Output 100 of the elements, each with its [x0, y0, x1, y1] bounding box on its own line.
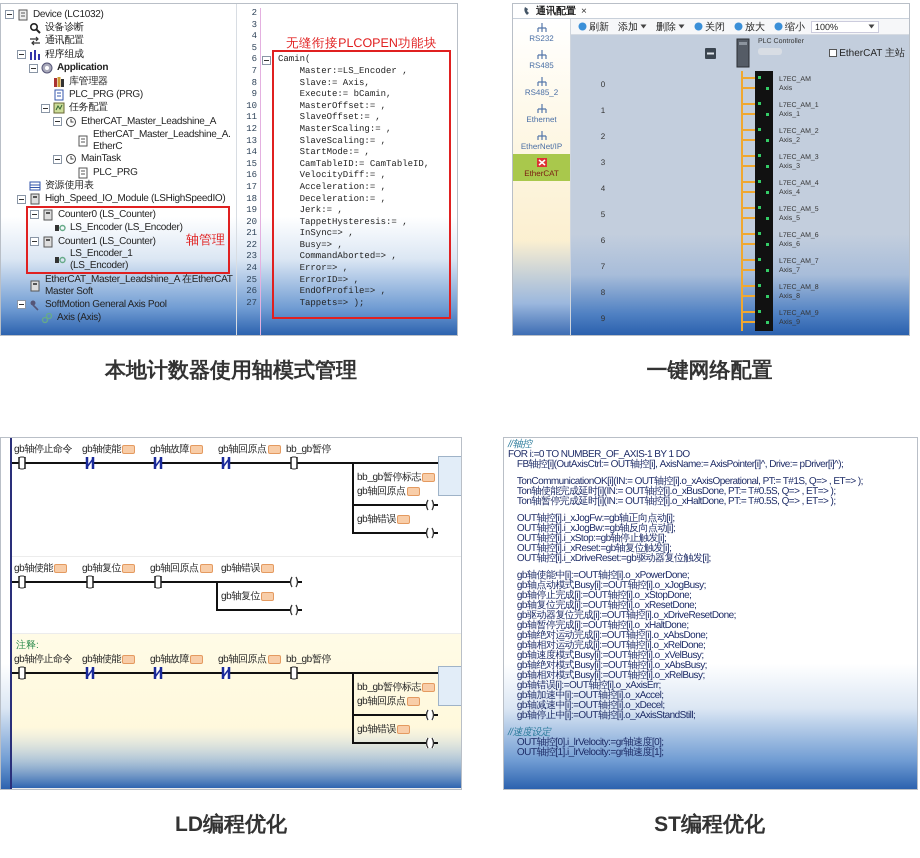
module-drawing	[739, 201, 773, 227]
tree-item[interactable]: PLC_PRG (PRG)	[69, 89, 143, 102]
sidebar-item[interactable]: EtherCAT	[513, 154, 570, 181]
line-number: 6	[250, 54, 257, 66]
closed-contact-icon	[84, 666, 96, 680]
tree-item[interactable]: Axis (Axis)	[57, 312, 101, 324]
row-index: 3	[600, 158, 606, 166]
collapse-icon[interactable]	[41, 104, 50, 113]
code-line: Deceleration:= ,	[298, 194, 388, 206]
line-number: 4	[250, 31, 257, 43]
variable-label: bb_gb暂停	[286, 442, 332, 456]
closed-contact-icon	[152, 456, 164, 470]
variable-label: gb轴错误	[221, 562, 260, 575]
tree-item[interactable]: Counter1 (LS_Counter)	[58, 236, 156, 248]
gear-icon	[41, 62, 53, 74]
line-number: 11	[245, 112, 257, 124]
collapse-icon[interactable]	[30, 237, 39, 246]
rung-comment: 注释:	[15, 638, 40, 652]
contact-icon	[16, 575, 28, 589]
contact-icon	[16, 666, 28, 680]
code-line: OUT轴控[0].i_lrVelocity:=gr轴速度[0];	[516, 738, 665, 748]
sidebar-item[interactable]: Ethernet	[513, 100, 570, 127]
tree-item[interactable]: 通讯配置	[45, 35, 84, 48]
books-icon	[53, 76, 65, 88]
toolbar-button[interactable]: 关闭	[691, 20, 728, 34]
tree-item[interactable]: 任务配置	[69, 102, 108, 114]
task-icon	[65, 153, 77, 166]
code-line: gb轴相对运动完成[i]:=OUT轴控[i].o_xRelDone;	[516, 641, 706, 651]
menu-button[interactable]: 删除	[653, 20, 688, 34]
network-icon	[536, 130, 548, 141]
zoom-select[interactable]: 100%	[811, 20, 880, 32]
tree-item[interactable]: LS_Encoder_1 (LS_Encoder)	[70, 248, 183, 272]
module-drawing	[739, 253, 773, 279]
variable-label: bb_gb暂停	[286, 652, 332, 666]
module-icon	[42, 236, 54, 248]
coil-icon	[424, 708, 436, 722]
code-line: MasterOffset:= ,	[298, 100, 388, 112]
rung[interactable]: 注释: gb轴停止命令 gb轴使能 gb轴故障 gb轴回原点 bb_gb暂停 bb_gb暂停标志 gb轴回原点 gb轴错误	[12, 634, 461, 789]
tree-item[interactable]: Counter0 (LS_Counter)	[58, 208, 156, 221]
toolbar-button[interactable]: 缩小	[771, 20, 808, 34]
sidebar-item[interactable]: RS485_2	[513, 73, 570, 100]
tree-item[interactable]: Application	[57, 62, 108, 74]
menu-button[interactable]: 添加	[615, 20, 650, 34]
collapse-icon[interactable]	[705, 48, 716, 58]
line-number: 22	[245, 240, 257, 252]
collapse-icon[interactable]	[29, 64, 38, 73]
line-number: 25	[245, 274, 257, 286]
closed-contact-icon	[220, 456, 232, 470]
collapse-icon[interactable]	[17, 50, 26, 60]
toolbar-button[interactable]: 刷新	[575, 20, 612, 34]
tree-item[interactable]: EtherCAT_Master_Leadshine_A 在EtherCAT Master Soft	[45, 274, 234, 298]
row-index: 4	[600, 184, 606, 192]
closed-contact-icon	[84, 456, 96, 470]
axis-pool-icon	[29, 298, 41, 311]
table-icon	[29, 180, 41, 192]
document-icon	[77, 134, 89, 147]
module-icon	[42, 208, 54, 221]
tree-item[interactable]: SoftMotion General Axis Pool	[45, 298, 167, 311]
sidebar-item[interactable]: RS485	[513, 46, 570, 73]
caret-icon	[678, 24, 685, 29]
collapse-icon[interactable]	[17, 194, 26, 204]
toolbar-button[interactable]: 放大	[731, 20, 768, 34]
tree-item[interactable]: High_Speed_IO_Module (LSHighSpeedIO)	[45, 193, 226, 206]
module-drawing	[739, 123, 773, 149]
collapse-icon[interactable]	[53, 117, 62, 126]
collapse-icon[interactable]	[17, 300, 26, 310]
variable-label: gb轴回原点	[218, 652, 267, 666]
tree-item[interactable]: LS_Encoder (LS_Encoder)	[70, 222, 183, 234]
row-index: 0	[600, 80, 606, 88]
variable-label: gb轴使能	[14, 562, 54, 575]
rung[interactable]: gb轴使能 gb轴复位 gb轴回原点 gb轴错误 gb轴复位	[12, 557, 461, 634]
line-number: 14	[245, 147, 257, 159]
code-line: OUT轴控[i].i_xJogFw:=gb轴正向点动[i];	[516, 514, 676, 524]
close-button[interactable]: ×	[579, 6, 589, 16]
row-index: 5	[600, 210, 606, 218]
line-number: 18	[245, 194, 257, 206]
sidebar-item[interactable]: RS232	[513, 19, 570, 46]
checkbox[interactable]: EtherCAT 主站	[829, 46, 905, 60]
variable-label: gb轴停止命令	[14, 652, 72, 666]
collapse-icon[interactable]	[53, 154, 62, 164]
tree-item[interactable]: 程序组成	[45, 48, 84, 61]
tree-item[interactable]: EtherCAT_Master_Leadshine_A	[81, 116, 216, 128]
code-line: Jerk:= ,	[298, 205, 344, 217]
tree-item[interactable]: 资源使用表	[45, 180, 94, 192]
tree-item[interactable]: PLC_PRG	[93, 166, 138, 179]
search-icon	[29, 22, 41, 34]
code-line: gb轴减速中[i]:=OUT轴控[i].o_xDecel;	[516, 701, 665, 711]
rung[interactable]: gb轴停止命令 gb轴使能 gb轴故障 gb轴回原点 bb_gb暂停 bb_gb暂停标志 gb轴回原点 gb轴错误	[12, 438, 461, 557]
tree-item[interactable]: 设备诊断	[45, 22, 84, 34]
collapse-icon[interactable]	[5, 10, 14, 20]
tree-item[interactable]: Device (LC1032)	[33, 8, 104, 21]
collapse-icon[interactable]	[30, 210, 39, 220]
collapse-icon[interactable]	[262, 56, 270, 65]
tree-item[interactable]: 库管理器	[69, 76, 108, 88]
network-icon	[536, 22, 548, 33]
caret-icon	[640, 24, 647, 29]
tree-item[interactable]: MainTask	[81, 153, 121, 166]
tree-item[interactable]: EtherCAT_Master_Leadshine_A.EtherC	[93, 128, 234, 153]
sidebar-item[interactable]: EtherNet/IP	[513, 127, 570, 154]
arrows-icon	[29, 35, 41, 48]
